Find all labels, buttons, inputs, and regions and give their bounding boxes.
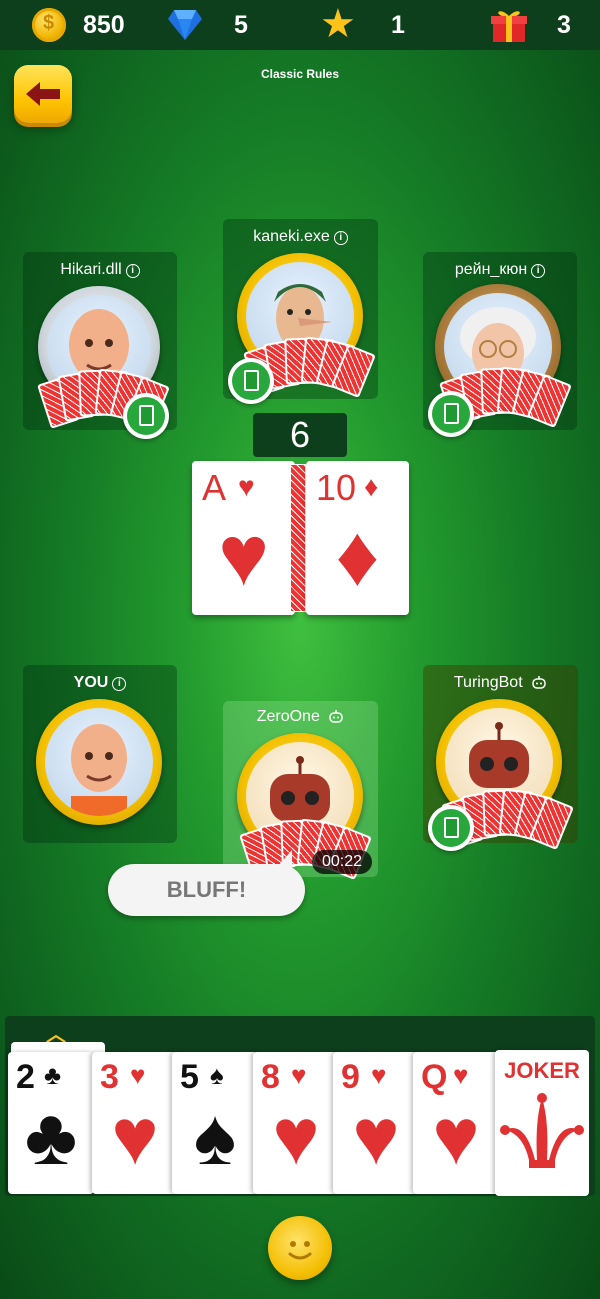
info-icon[interactable]: i — [125, 264, 140, 278]
player-name: рейн_кюн — [454, 261, 528, 278]
gift-count: 3 — [557, 11, 571, 39]
info-icon[interactable]: i — [531, 264, 546, 278]
info-icon[interactable]: i — [112, 677, 127, 691]
player-name: kaneki.exe — [253, 228, 330, 245]
card-count-badge — [428, 391, 474, 437]
player-name: Hikari.dll — [60, 261, 122, 278]
avatar — [36, 699, 162, 825]
hand-card[interactable]: 5 ♠ ♠ — [172, 1052, 258, 1194]
emoji-button[interactable] — [268, 1216, 332, 1280]
player-name: YOU — [73, 674, 109, 691]
card-count-badge — [123, 393, 169, 439]
hand-card[interactable]: 2 ♣ ♣ — [8, 1052, 94, 1194]
robot-icon — [329, 710, 344, 723]
turn-timer: 00:22 — [312, 850, 372, 874]
card-count-badge — [228, 358, 274, 404]
info-icon[interactable]: i — [333, 231, 348, 245]
player-name: TuringBot — [453, 674, 523, 691]
top-bar: 850 5 ★ 1 3 — [0, 0, 600, 50]
gem-count: 5 — [234, 11, 248, 39]
hand-card[interactable]: 8 ♥ ♥ — [253, 1052, 339, 1194]
pile-count: 6 — [253, 413, 347, 457]
card-count-badge — [428, 805, 474, 851]
player-name: ZeroOne — [256, 708, 320, 725]
hand-card[interactable]: Q ♥ ♥ — [413, 1052, 499, 1194]
jester-hat-icon — [500, 1093, 584, 1168]
arrow-left-icon — [26, 82, 60, 106]
card-back — [290, 464, 306, 612]
star-count: 1 — [391, 11, 405, 39]
pile-card-ace-hearts: A ♥ ♥ — [192, 461, 295, 615]
hand-card[interactable]: 9 ♥ ♥ — [333, 1052, 419, 1194]
coin-count: 850 — [83, 11, 125, 39]
bald-man-portrait — [71, 724, 127, 816]
smiley-icon — [288, 1241, 312, 1260]
gem-icon — [168, 10, 202, 40]
player-panel-you[interactable]: YOU i — [23, 665, 177, 843]
star-icon: ★ — [320, 2, 356, 46]
game-mode-title: Classic Rules — [260, 67, 340, 81]
hand-card[interactable]: 3 ♥ ♥ — [92, 1052, 178, 1194]
gift-icon — [491, 11, 527, 42]
bluff-button[interactable]: BLUFF! — [108, 850, 305, 916]
pile-card-ten-diamonds: 10 ♦ ♦ — [306, 461, 409, 615]
hand-card-joker[interactable]: JOKER — [495, 1050, 589, 1196]
robot-icon — [532, 676, 546, 689]
coin-icon — [32, 8, 66, 42]
